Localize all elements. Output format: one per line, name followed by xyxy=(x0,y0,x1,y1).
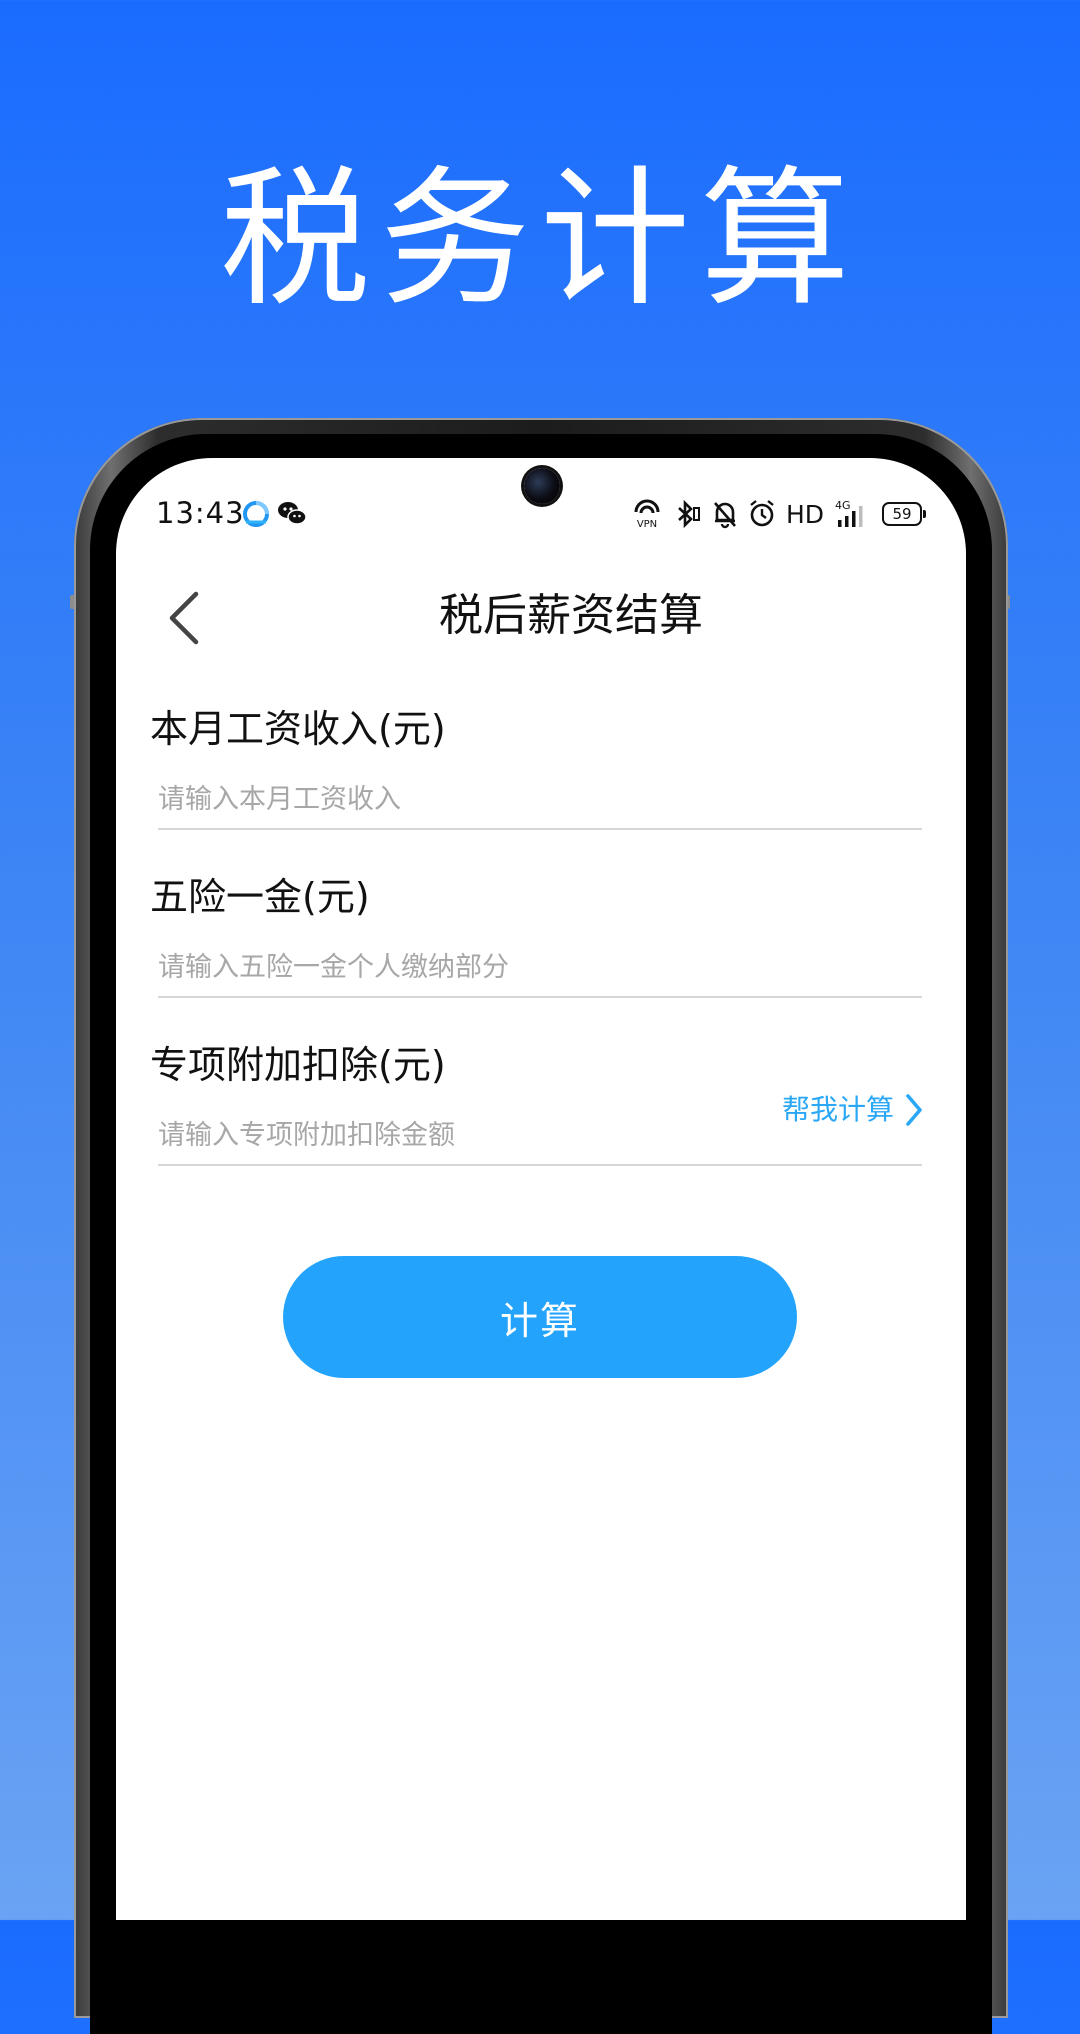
battery-tip xyxy=(923,510,926,518)
status-bar: 13:43 VPN HD 4G 59 xyxy=(116,492,966,536)
vpn-icon: VPN xyxy=(632,498,662,530)
social-insurance-label: 五险一金(元) xyxy=(150,875,370,919)
signal-icon: 4G xyxy=(834,498,872,530)
page-title: 税后薪资结算 xyxy=(439,590,703,641)
mute-bell-icon xyxy=(712,498,738,530)
status-time: 13:43 xyxy=(156,496,245,530)
battery-level: 59 xyxy=(882,502,922,526)
phone-screen: 13:43 VPN HD 4G 59 税后薪资结算 本月工资收入(元) 请输入本… xyxy=(116,458,966,1920)
salary-income-input[interactable] xyxy=(158,774,922,830)
social-insurance-input[interactable] xyxy=(158,942,922,998)
help-calculate-link[interactable]: 帮我计算 xyxy=(782,1090,924,1130)
help-calculate-label: 帮我计算 xyxy=(781,1093,894,1126)
promo-title: 税务计算 xyxy=(219,153,860,327)
special-deduction-label: 专项附加扣除(元) xyxy=(150,1043,446,1087)
browser-app-icon xyxy=(240,498,272,530)
wechat-icon xyxy=(276,498,308,530)
vpn-label: VPN xyxy=(637,519,657,530)
chevron-right-icon xyxy=(906,1094,922,1126)
battery-indicator: 59 xyxy=(882,502,926,526)
salary-income-label: 本月工资收入(元) xyxy=(150,707,446,751)
alarm-clock-icon xyxy=(748,498,776,530)
hd-label: HD xyxy=(785,499,824,529)
status-icons: VPN HD 4G 59 xyxy=(632,496,926,532)
bluetooth-icon xyxy=(672,498,702,530)
signal-label: 4G xyxy=(835,499,851,512)
calculate-button[interactable]: 计算 xyxy=(283,1256,797,1378)
